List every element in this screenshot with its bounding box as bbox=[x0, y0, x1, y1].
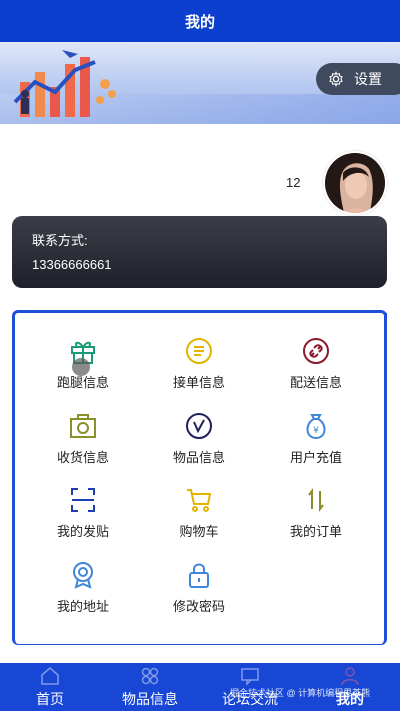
menu-item-label: 收货信息 bbox=[56, 450, 109, 465]
menu-item-label: 我的订单 bbox=[289, 524, 342, 539]
avatar-image bbox=[325, 153, 385, 213]
page-title: 我的 bbox=[184, 13, 215, 31]
menu-item-goods-info[interactable]: 物品信息 bbox=[149, 411, 249, 467]
settings-button[interactable]: 设置 bbox=[316, 63, 400, 95]
contact-label: 联系方式: bbox=[32, 233, 88, 248]
tab-home[interactable]: 首页 bbox=[0, 663, 100, 711]
banner-illustration bbox=[13, 50, 116, 117]
badge-icon bbox=[73, 562, 93, 589]
tab-goods-info[interactable]: 物品信息 bbox=[100, 663, 200, 711]
sort-icon bbox=[308, 488, 324, 512]
menu-item-my-orders[interactable]: 我的订单 bbox=[266, 485, 366, 541]
menu-item-my-posts[interactable]: 我的发贴 bbox=[33, 485, 133, 541]
tab-label: 物品信息 bbox=[122, 691, 178, 707]
page-header: 我的 bbox=[0, 0, 400, 42]
avatar[interactable] bbox=[323, 151, 387, 215]
money-bag-icon: ¥ bbox=[306, 414, 326, 440]
menu-item-label: 接单信息 bbox=[172, 375, 225, 390]
menu-item-delivery-info[interactable]: 配送信息 bbox=[266, 336, 366, 392]
chat-icon bbox=[241, 668, 259, 686]
home-icon bbox=[41, 667, 59, 685]
contact-phone: 13366666661 bbox=[32, 257, 112, 272]
svg-text:¥: ¥ bbox=[313, 426, 319, 436]
cart-icon bbox=[187, 489, 212, 512]
menu-item-label: 我的发贴 bbox=[56, 524, 109, 539]
grid-icon bbox=[141, 667, 159, 685]
menu-item-label: 物品信息 bbox=[172, 450, 225, 465]
menu-item-label: 配送信息 bbox=[289, 375, 342, 390]
menu-item-label: 我的地址 bbox=[56, 599, 109, 614]
menu-item-recharge[interactable]: ¥ 用户充值 bbox=[266, 411, 366, 467]
menu-item-my-address[interactable]: 我的地址 bbox=[33, 560, 133, 616]
gear-icon bbox=[329, 71, 343, 87]
menu-item-change-password[interactable]: 修改密码 bbox=[149, 560, 249, 616]
user-icon bbox=[341, 667, 359, 686]
menu-item-label: 跑腿信息 bbox=[56, 375, 109, 390]
menu-item-receipt-info[interactable]: 收货信息 bbox=[33, 411, 133, 467]
user-number: 12 bbox=[286, 175, 301, 190]
watermark: 掘金技术社区 @ 计算机编程果茶熊 bbox=[230, 688, 371, 698]
lock-icon bbox=[189, 563, 209, 588]
settings-label: 设置 bbox=[354, 71, 382, 87]
contact-card: 联系方式: 13366666661 bbox=[12, 216, 387, 288]
touch-indicator bbox=[72, 358, 90, 376]
menu-item-cart[interactable]: 购物车 bbox=[149, 485, 249, 541]
tab-label: 首页 bbox=[36, 691, 64, 707]
check-circle-icon bbox=[186, 413, 212, 439]
menu-item-order-info[interactable]: 接单信息 bbox=[149, 336, 249, 392]
scan-icon bbox=[71, 488, 95, 512]
link-icon bbox=[303, 338, 329, 364]
menu-item-label: 购物车 bbox=[179, 524, 219, 539]
menu-item-label: 用户充值 bbox=[289, 450, 342, 465]
menu-item-label: 修改密码 bbox=[172, 599, 225, 614]
camera-icon bbox=[70, 414, 96, 438]
order-list-icon bbox=[186, 338, 212, 364]
